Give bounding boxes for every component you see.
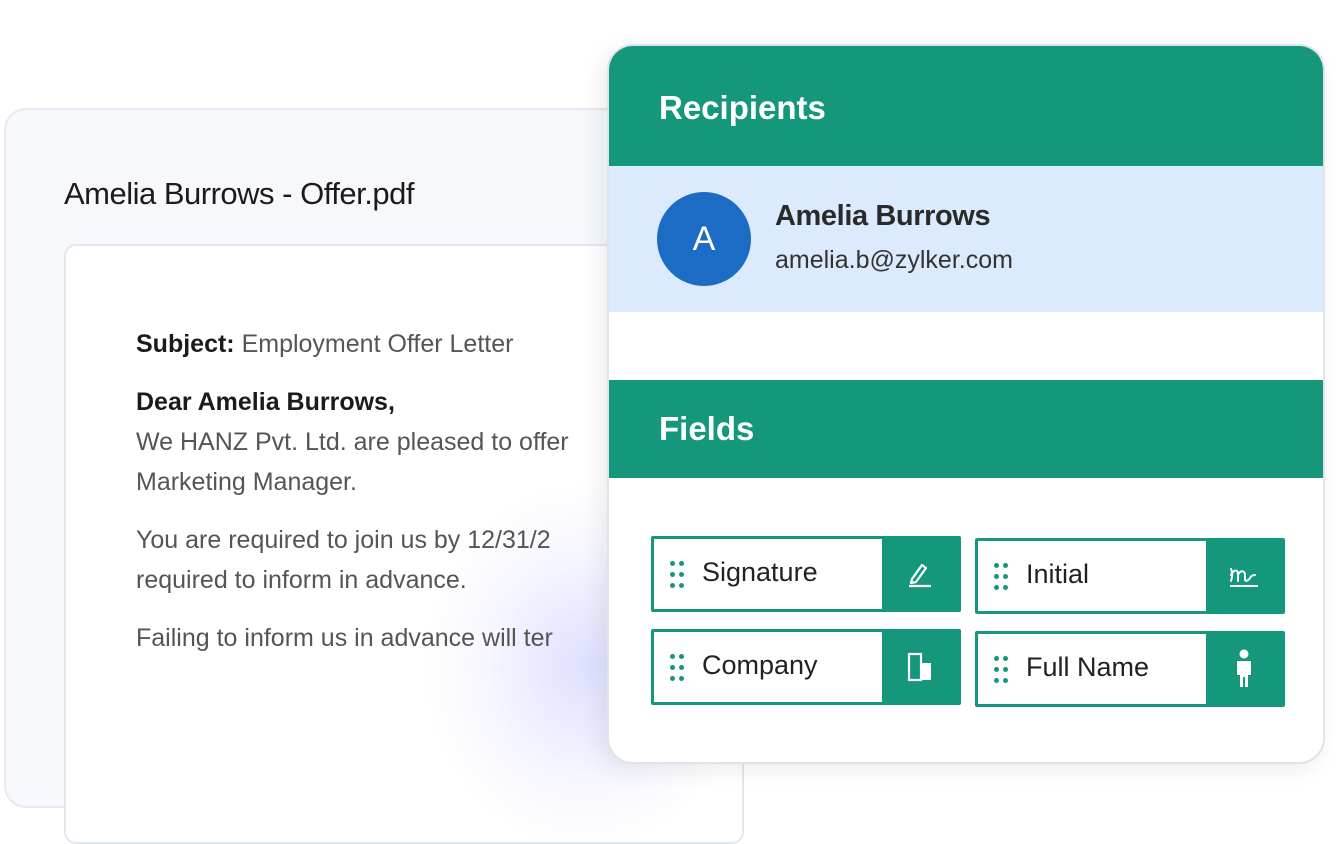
recipients-fields-panel: Recipients A Amelia Burrows amelia.b@zyl… (607, 44, 1325, 764)
avatar: A (657, 192, 751, 286)
field-label: Company (702, 650, 818, 680)
drag-handle-icon[interactable] (670, 654, 684, 682)
field-full-name[interactable]: Full Name (975, 631, 1285, 707)
recipient-email: amelia.b@zylker.com (775, 246, 1013, 274)
signature-pen-icon (882, 539, 958, 609)
paragraph-2-line-2: required to inform in advance. (136, 566, 467, 594)
field-label: Full Name (1026, 652, 1150, 682)
drag-handle-icon[interactable] (994, 563, 1008, 591)
document-title: Amelia Burrows - Offer.pdf (64, 176, 414, 211)
recipient-name: Amelia Burrows (775, 200, 991, 232)
paragraph-2-line-1: You are required to join us by 12/31/2 (136, 526, 551, 554)
field-signature[interactable]: Signature (651, 536, 961, 612)
recipient-item[interactable]: A Amelia Burrows amelia.b@zylker.com (609, 166, 1323, 312)
building-icon (882, 632, 958, 702)
person-icon (1206, 634, 1282, 704)
field-initial[interactable]: Initial (975, 538, 1285, 614)
initial-script-icon (1206, 541, 1282, 611)
paragraph-1-line-1: We HANZ Pvt. Ltd. are pleased to offer (136, 428, 569, 456)
subject-label: Subject: (136, 330, 235, 358)
drag-handle-icon[interactable] (994, 656, 1008, 684)
subject-value: Employment Offer Letter (234, 330, 514, 358)
fields-header: Fields (609, 380, 1323, 478)
field-company[interactable]: Company (651, 629, 961, 705)
document-card: Amelia Burrows - Offer.pdf Subject: Empl… (4, 108, 744, 844)
paragraph-1-line-2: Marketing Manager. (136, 468, 357, 496)
field-label: Signature (702, 557, 818, 587)
recipients-header: Recipients (609, 46, 1323, 166)
field-label: Initial (1026, 559, 1090, 589)
drag-handle-icon[interactable] (670, 561, 684, 589)
greeting: Dear Amelia Burrows, (136, 388, 395, 416)
paragraph-3-line-1: Failing to inform us in advance will ter (136, 624, 553, 652)
